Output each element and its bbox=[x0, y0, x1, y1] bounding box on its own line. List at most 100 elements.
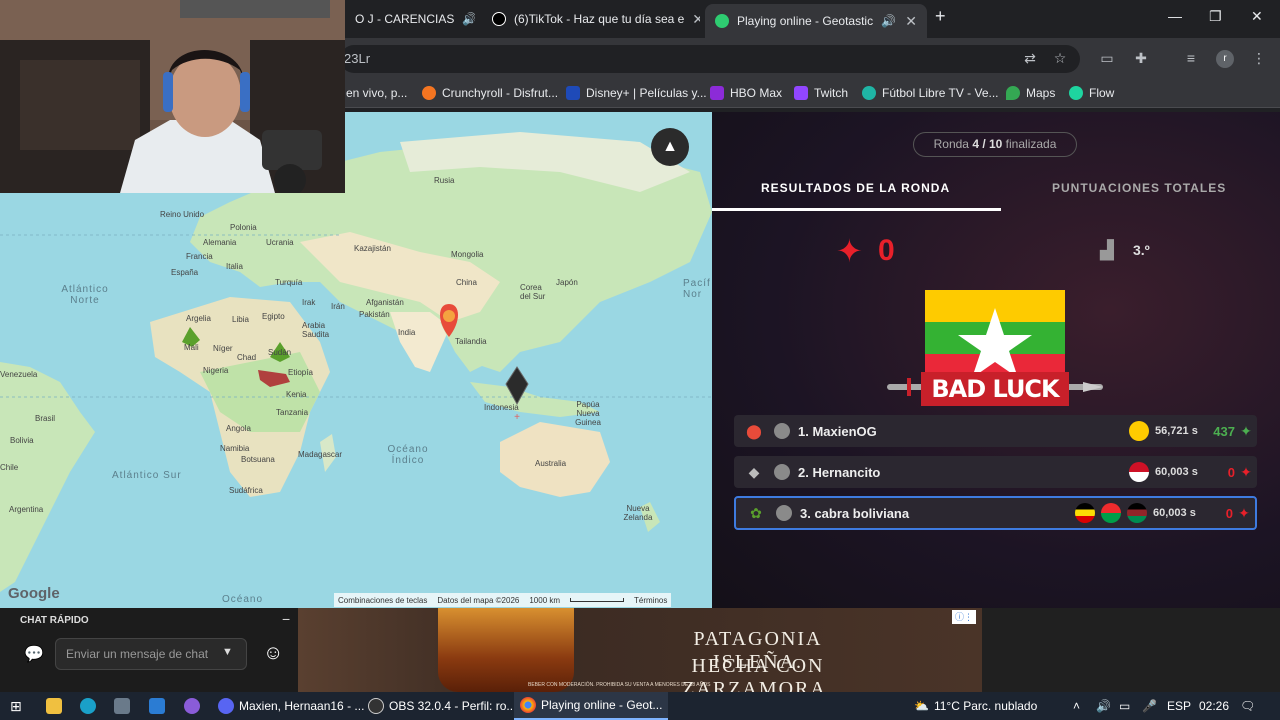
country-label: Sudáfrica bbox=[229, 486, 263, 495]
bookmark-item[interactable]: Crunchyroll - Disfrut... bbox=[422, 86, 558, 100]
keyboard-shortcuts-link[interactable]: Combinaciones de teclas bbox=[338, 596, 427, 605]
country-label: Polonia bbox=[230, 223, 257, 232]
tab-geotastic[interactable]: Playing online - Geotastic 🔊 ✕ bbox=[705, 4, 927, 38]
bookmark-item[interactable]: Disney+ | Películas y... bbox=[566, 86, 707, 100]
store-button[interactable] bbox=[114, 692, 130, 720]
minimize-chat-button[interactable]: − bbox=[282, 611, 290, 627]
translate-icon[interactable]: ⇄ bbox=[1021, 50, 1039, 68]
chat-input[interactable]: Enviar un mensaje de chat bbox=[55, 638, 247, 670]
country-label: Bolivia bbox=[10, 436, 34, 445]
bookmark-item[interactable]: Fútbol Libre TV - Ve... bbox=[862, 86, 999, 100]
bookmark-item[interactable]: Flow bbox=[1069, 86, 1114, 100]
media-control-icon[interactable]: ≡ bbox=[1182, 50, 1200, 68]
volume-icon[interactable]: 🔊 bbox=[1096, 692, 1111, 720]
chevron-down-icon[interactable]: ▼ bbox=[222, 646, 233, 658]
empty-area bbox=[982, 608, 1280, 692]
country-label: Argentina bbox=[9, 505, 44, 514]
cast-icon[interactable]: ▭ bbox=[1098, 50, 1116, 68]
profile-avatar-icon[interactable]: r bbox=[1216, 50, 1234, 68]
futbol-libre-icon bbox=[862, 86, 876, 100]
tab-total-scores[interactable]: PUNTUACIONES TOTALES bbox=[1052, 181, 1226, 195]
ocean-label: Atlántico Sur bbox=[112, 470, 182, 481]
player-row[interactable]: ◆ 2. Hernancito 60,003 s 0 ✦ bbox=[734, 456, 1257, 488]
bookmark-star-icon[interactable]: ☆ bbox=[1051, 50, 1069, 68]
bookmark-label: Twitch bbox=[814, 86, 849, 100]
ad-info-icon[interactable]: ⓘ⋮ bbox=[952, 610, 976, 624]
star-icon: ✦ bbox=[836, 233, 863, 269]
audio-icon: 🔊 bbox=[462, 12, 475, 26]
bookmark-label: Maps bbox=[1026, 86, 1056, 100]
audio-icon: 🔊 bbox=[881, 14, 897, 28]
star-icon: ✦ bbox=[1240, 463, 1252, 480]
close-tab-icon[interactable]: ✕ bbox=[905, 13, 917, 30]
taskbar-app-discord[interactable]: Maxien, Hernaan16 - ... bbox=[214, 692, 368, 720]
country-label: Chad bbox=[237, 353, 257, 362]
burger-avatar-icon: ⬤ bbox=[746, 422, 762, 439]
file-explorer-button[interactable] bbox=[46, 692, 62, 720]
tray-chevron-icon[interactable]: ˄ bbox=[1073, 692, 1080, 720]
terms-link[interactable]: Términos bbox=[634, 596, 667, 605]
extensions-icon[interactable]: ✚ bbox=[1132, 50, 1150, 68]
bookmark-item[interactable]: Twitch bbox=[794, 86, 848, 100]
tiktok-icon bbox=[492, 12, 506, 26]
advertisement[interactable]: PATAGONIA ISLEÑA. HECHA CON ZARZAMORA. B… bbox=[298, 608, 982, 692]
ocean-label: Océano Índico bbox=[387, 444, 429, 466]
player-row[interactable]: ⬤ 1. MaxienOG 56,721 s 437 ✦ bbox=[734, 415, 1257, 447]
player-time: 60,003 s bbox=[1155, 466, 1198, 478]
minimize-window-icon[interactable]: — bbox=[1168, 8, 1182, 24]
country-label: España bbox=[171, 268, 199, 277]
tab-round-results[interactable]: RESULTADOS DE LA RONDA bbox=[761, 181, 950, 195]
flag-icon bbox=[1129, 462, 1149, 482]
close-tab-icon[interactable]: ✕ bbox=[692, 11, 700, 28]
bookmark-item[interactable]: en vivo, p... bbox=[346, 86, 407, 100]
player-name: 3. cabra boliviana bbox=[800, 505, 910, 521]
country-label: Arabia Saudita bbox=[302, 321, 330, 339]
player-time: 60,003 s bbox=[1153, 507, 1196, 519]
tab-carencias[interactable]: O J - CARENCIAS 🔊 ✕ bbox=[345, 4, 475, 34]
country-label: Tailandia bbox=[455, 337, 487, 346]
scale-label: 1000 km bbox=[529, 595, 561, 605]
taskbar-app-label: Playing online - Geot... bbox=[541, 698, 663, 712]
language-indicator[interactable]: ESP bbox=[1167, 692, 1191, 720]
weather-label: 11°C Parc. nublado bbox=[933, 699, 1038, 713]
mail-button[interactable] bbox=[149, 692, 165, 720]
address-bar[interactable]: 23Lr bbox=[340, 45, 1080, 73]
country-label: Botsuana bbox=[241, 455, 275, 464]
round-suffix: finalizada bbox=[1002, 137, 1057, 151]
mountain-icon: ▲ bbox=[662, 138, 678, 155]
star-icon: ✦ bbox=[1240, 422, 1252, 439]
start-button[interactable]: ⊞ bbox=[10, 692, 22, 720]
country-label: Irán bbox=[331, 302, 345, 311]
emoji-icon[interactable]: ☺ bbox=[263, 642, 283, 665]
quick-chat: CHAT RÁPIDO − 💬 Enviar un mensaje de cha… bbox=[0, 608, 298, 692]
geotastic-icon bbox=[715, 14, 729, 28]
country-label: Kazajistán bbox=[354, 244, 391, 253]
tab-tiktok[interactable]: (6)TikTok - Haz que tu día sea e ✕ bbox=[482, 4, 700, 34]
taskbar-app-obs[interactable]: OBS 32.0.4 - Perfil: ro... bbox=[364, 692, 520, 720]
podium-icon: ▟ bbox=[1100, 240, 1114, 260]
bookmark-item[interactable]: Maps bbox=[1006, 86, 1055, 100]
country-label: Nueva Zelanda bbox=[623, 504, 653, 522]
country-label: Namibia bbox=[220, 444, 250, 453]
player-row[interactable]: ✿ 3. cabra boliviana 60,003 s 0 ✦ bbox=[734, 496, 1257, 530]
bookmark-item[interactable]: HBO Max bbox=[710, 86, 782, 100]
clock[interactable]: 02:26 bbox=[1199, 692, 1229, 720]
microphone-icon[interactable]: 🎤 bbox=[1142, 692, 1157, 720]
map-toggle-button[interactable]: ▲ bbox=[651, 128, 689, 166]
maps-icon bbox=[1006, 86, 1020, 100]
app-button[interactable] bbox=[184, 692, 200, 720]
weather-widget[interactable]: ⛅ 11°C Parc. nublado bbox=[914, 692, 1037, 720]
ocean-label: Atlántico Norte bbox=[61, 284, 109, 306]
country-label: Tanzania bbox=[276, 408, 309, 417]
country-label: Chile bbox=[0, 463, 19, 472]
taskbar-app-chrome[interactable]: Playing online - Geot... bbox=[514, 692, 669, 720]
menu-icon[interactable]: ⋮ bbox=[1250, 50, 1268, 68]
new-tab-button[interactable]: + bbox=[935, 6, 946, 27]
notifications-icon[interactable]: 🗨 bbox=[1240, 692, 1255, 720]
network-icon[interactable]: ▭ bbox=[1119, 692, 1130, 720]
globe-icon bbox=[776, 505, 792, 521]
country-label: Indonesia bbox=[484, 403, 519, 412]
close-window-icon[interactable]: ✕ bbox=[1251, 8, 1263, 25]
edge-button[interactable] bbox=[80, 692, 96, 720]
restore-window-icon[interactable]: ❐ bbox=[1209, 8, 1222, 25]
